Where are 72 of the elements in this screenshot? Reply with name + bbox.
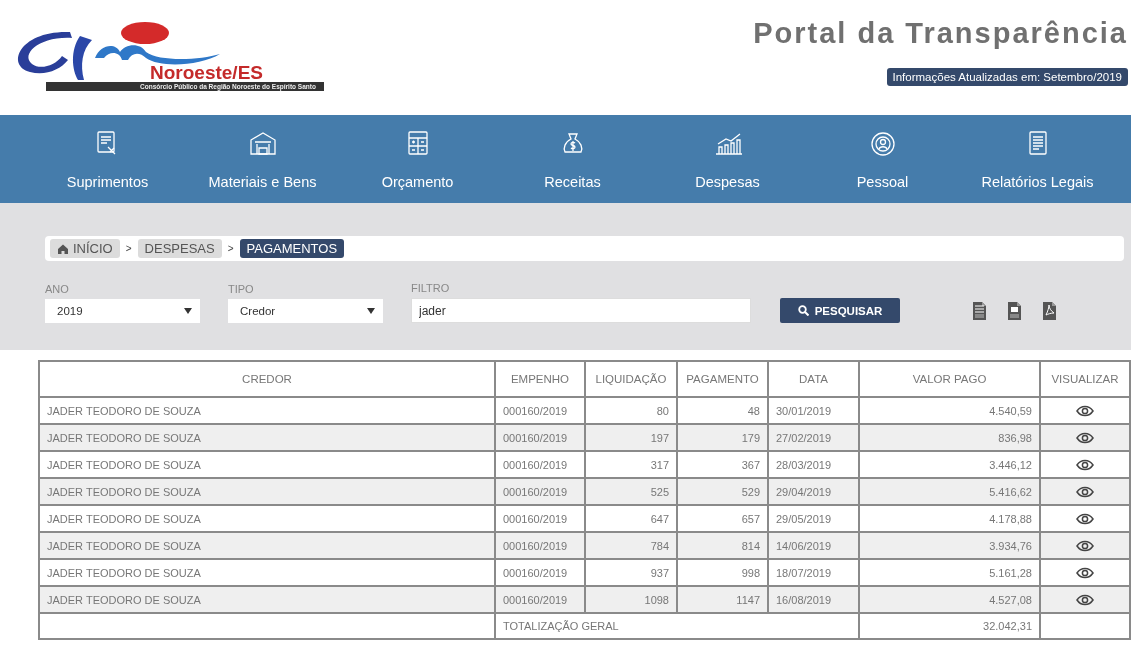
table-cell: 525 bbox=[585, 478, 677, 505]
total-label: TOTALIZAÇÃO GERAL bbox=[495, 613, 859, 639]
portal-title: Portal da Transparência bbox=[753, 17, 1128, 50]
view-icon[interactable] bbox=[1076, 540, 1094, 553]
view-icon[interactable] bbox=[1076, 486, 1094, 499]
nav-item[interactable]: Despesas bbox=[650, 115, 805, 203]
nav-item[interactable]: Pessoal bbox=[805, 115, 960, 203]
view-icon[interactable] bbox=[1076, 567, 1094, 580]
breadcrumb-link[interactable]: INÍCIO bbox=[50, 239, 120, 258]
field-label: FILTRO bbox=[411, 282, 451, 294]
column-header: VISUALIZAR bbox=[1040, 361, 1130, 397]
warehouse-icon bbox=[248, 130, 277, 156]
breadcrumb-link[interactable]: PAGAMENTOS bbox=[239, 239, 345, 258]
filter-field[interactable]: jader bbox=[411, 298, 751, 323]
table-cell: 784 bbox=[585, 532, 677, 559]
caret-icon bbox=[367, 308, 375, 314]
pdf-file-icon[interactable] bbox=[1042, 301, 1057, 321]
table-cell: 3.934,76 bbox=[859, 532, 1040, 559]
table-cell: 000160/2019 bbox=[495, 424, 585, 451]
breadcrumb-link[interactable]: DESPESAS bbox=[137, 239, 222, 258]
logo-name: Noroeste/ES bbox=[150, 62, 263, 83]
table-cell: 1098 bbox=[585, 586, 677, 613]
nav-item[interactable]: Receitas bbox=[495, 115, 650, 203]
dropdown[interactable]: Credor bbox=[228, 299, 383, 323]
table-cell: 836,98 bbox=[859, 424, 1040, 451]
nav-item[interactable]: Materiais e Bens bbox=[185, 115, 340, 203]
column-header: EMPENHO bbox=[495, 361, 585, 397]
home-icon bbox=[57, 242, 69, 255]
table-cell: 29/04/2019 bbox=[768, 478, 859, 505]
dropdown[interactable]: 2019 bbox=[45, 299, 200, 323]
table-cell: JADER TEODORO DE SOUZA bbox=[39, 532, 495, 559]
table-cell: 5.416,62 bbox=[859, 478, 1040, 505]
nav-item[interactable]: Relatórios Legais bbox=[960, 115, 1115, 203]
table-cell: 529 bbox=[677, 478, 768, 505]
column-header: CREDOR bbox=[39, 361, 495, 397]
column-header: DATA bbox=[768, 361, 859, 397]
table-cell: JADER TEODORO DE SOUZA bbox=[39, 586, 495, 613]
column-header: PAGAMENTO bbox=[677, 361, 768, 397]
table-cell: 4.527,08 bbox=[859, 586, 1040, 613]
person-icon bbox=[868, 130, 897, 156]
field-label: ANO bbox=[45, 283, 70, 295]
table-cell: 197 bbox=[585, 424, 677, 451]
xls-file-icon[interactable] bbox=[972, 301, 987, 321]
table-cell: 179 bbox=[677, 424, 768, 451]
total-value: 32.042,31 bbox=[859, 613, 1040, 639]
table-cell: 814 bbox=[677, 532, 768, 559]
table-cell: 27/02/2019 bbox=[768, 424, 859, 451]
table-cell: 16/08/2019 bbox=[768, 586, 859, 613]
update-badge: Informações Atualizadas em: Setembro/2019 bbox=[886, 68, 1128, 86]
breadcrumb-separator: > bbox=[125, 243, 132, 254]
search-icon bbox=[797, 305, 809, 316]
view-icon[interactable] bbox=[1076, 513, 1094, 526]
table-cell: 000160/2019 bbox=[495, 478, 585, 505]
nav-item[interactable]: Orçamento bbox=[340, 115, 495, 203]
csv-file-icon[interactable] bbox=[1007, 301, 1022, 321]
view-icon[interactable] bbox=[1076, 432, 1094, 445]
column-header: LIQUIDAÇÃO bbox=[585, 361, 677, 397]
nav-item[interactable]: Suprimentos bbox=[30, 115, 185, 203]
table-cell: 1147 bbox=[677, 586, 768, 613]
breadcrumb-separator: > bbox=[227, 243, 234, 254]
view-icon[interactable] bbox=[1076, 405, 1094, 418]
column-header: VALOR PAGO bbox=[859, 361, 1040, 397]
table-cell: JADER TEODORO DE SOUZA bbox=[39, 424, 495, 451]
view-icon[interactable] bbox=[1076, 459, 1094, 472]
table-cell: 000160/2019 bbox=[495, 586, 585, 613]
table-cell: 000160/2019 bbox=[495, 532, 585, 559]
caret-icon bbox=[184, 308, 192, 314]
view-icon[interactable] bbox=[1076, 594, 1094, 607]
search-button[interactable]: PESQUISAR bbox=[780, 298, 900, 323]
field-label: TIPO bbox=[228, 283, 255, 295]
table-cell: JADER TEODORO DE SOUZA bbox=[39, 478, 495, 505]
table-cell: 14/06/2019 bbox=[768, 532, 859, 559]
